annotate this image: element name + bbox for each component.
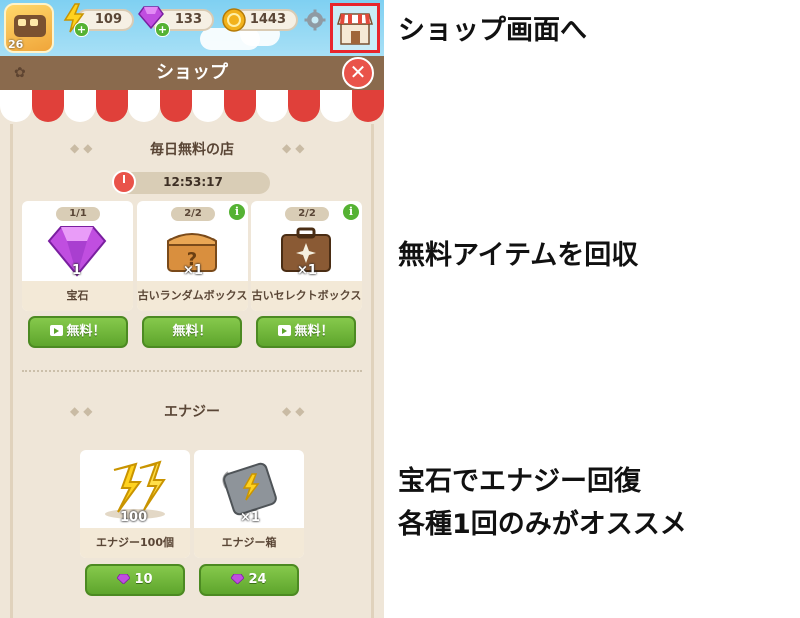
free-claim-button[interactable]: 無料！ (256, 316, 356, 348)
buy-with-gems-button[interactable]: 24 (199, 564, 299, 596)
awning-decoration (0, 90, 384, 124)
top-resource-bar: 26 109 + 133 + 1443 (0, 0, 384, 56)
energy-value: 109 (94, 12, 122, 27)
daily-section-title: 毎日無料の店 (150, 142, 234, 158)
video-ad-icon (278, 325, 292, 336)
item-name: 古いランダムボックス (137, 289, 248, 302)
section-divider (22, 370, 362, 372)
item-name: エナジー箱 (221, 536, 277, 549)
diamond-ornament: ◆◆ (282, 141, 309, 155)
info-icon[interactable]: i (343, 204, 359, 220)
stock-badge: 1/1 (56, 207, 100, 221)
energy-section-title: エナジー (164, 404, 220, 420)
annotation-caption: 無料アイテムを回収 (398, 240, 639, 271)
timer-text: 12:53:17 (163, 175, 223, 189)
player-level: 26 (8, 38, 24, 51)
clock-icon (112, 170, 136, 194)
shop-header: ショップ (0, 56, 384, 90)
shop-button[interactable] (330, 3, 380, 53)
stock-badge: 2/2 (171, 207, 215, 221)
daily-item-card[interactable]: 2/2 i ? ×1 古いランダムボックス (137, 201, 248, 311)
item-quantity: ×1 (183, 263, 203, 278)
video-ad-icon (50, 325, 64, 336)
annotation-caption: 宝石でエナジー回復 (398, 466, 641, 497)
item-quantity: ×1 (240, 510, 260, 525)
shop-title: ショップ (156, 62, 228, 83)
daily-item-card[interactable]: 2/2 i ×1 古いセレクトボックス (251, 201, 362, 311)
item-name: 古いセレクトボックス (251, 289, 362, 302)
info-icon[interactable]: i (229, 204, 245, 220)
daily-item-card[interactable]: 1/1 1 宝石 (22, 201, 133, 311)
player-avatar[interactable]: 26 (4, 3, 54, 53)
settings-gear-icon[interactable] (304, 9, 326, 31)
flower-decoration-icon: ✿ (14, 65, 26, 81)
close-button[interactable]: ✕ (342, 57, 374, 89)
gem-icon (117, 574, 131, 584)
energy-item-card[interactable]: 100 エナジー100個 (80, 450, 190, 558)
free-claim-button[interactable]: 無料！ (142, 316, 242, 348)
storefront-icon (336, 13, 374, 45)
item-quantity: ×1 (297, 263, 317, 278)
energy-item-card[interactable]: ×1 エナジー箱 (194, 450, 304, 558)
annotation-caption: ショップ画面へ (398, 15, 587, 46)
free-claim-button[interactable]: 無料！ (28, 316, 128, 348)
gem-value: 133 (174, 12, 202, 27)
item-name: エナジー100個 (96, 536, 174, 549)
add-gems-button[interactable]: + (155, 22, 170, 37)
coin-value: 1443 (249, 12, 286, 27)
item-quantity: 1 (72, 263, 82, 278)
buy-with-gems-button[interactable]: 10 (85, 564, 185, 596)
battery-icon (222, 462, 277, 516)
item-name: 宝石 (66, 289, 89, 302)
game-screen: 26 109 + 133 + 1443 ショップ ✿ ✕ ◆◆ 毎日無料の店 ◆… (0, 0, 384, 618)
item-quantity: 100 (120, 510, 148, 525)
stock-badge: 2/2 (285, 207, 329, 221)
close-icon: ✕ (349, 60, 367, 84)
diamond-ornament: ◆◆ (282, 404, 309, 418)
coin-icon (222, 8, 246, 32)
gem-icon (231, 574, 245, 584)
refresh-timer: 12:53:17 (116, 172, 270, 194)
add-energy-button[interactable]: + (74, 22, 89, 37)
annotation-caption: 各種1回のみがオススメ (398, 509, 687, 540)
